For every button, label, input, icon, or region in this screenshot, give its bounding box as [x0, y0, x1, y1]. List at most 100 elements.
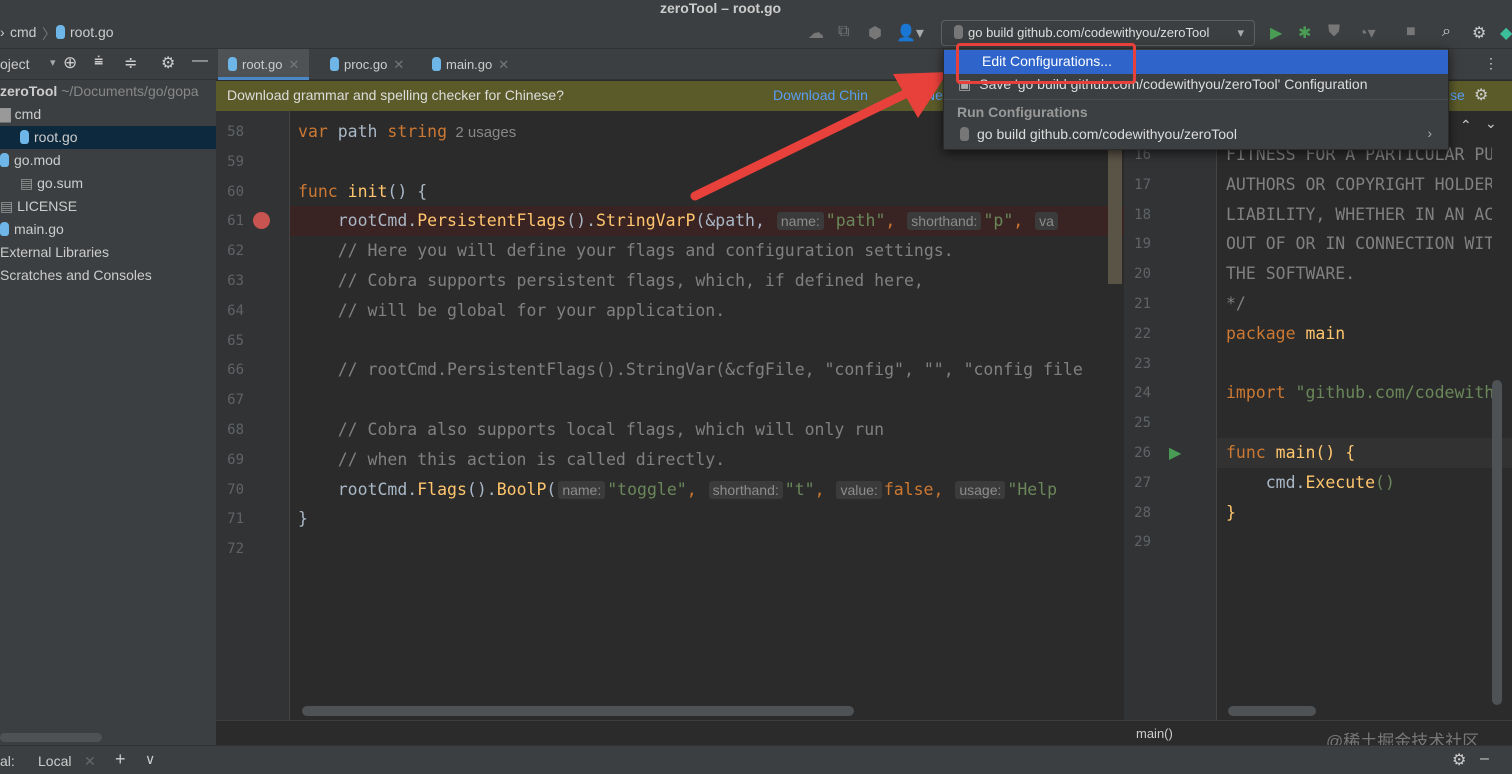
line-number: 27	[1134, 474, 1151, 491]
code-line[interactable]: // Cobra also supports local flags, whic…	[298, 415, 884, 445]
code-token: init	[347, 181, 388, 201]
code-line[interactable]: // Cobra supports persistent flags, whic…	[298, 266, 924, 296]
go-build-icon	[954, 25, 963, 39]
debug-icon[interactable]: ✱	[1298, 23, 1311, 43]
close-icon[interactable]: ✕	[393, 57, 404, 72]
profile-icon[interactable]: ◔▾	[1358, 23, 1376, 43]
close-link[interactable]: se	[1450, 87, 1465, 103]
horizontal-scrollbar[interactable]	[0, 733, 102, 742]
tree-label: go.mod	[14, 152, 61, 168]
gear-icon[interactable]: ⚙	[161, 53, 175, 73]
code-token: import	[1226, 383, 1296, 403]
hide-icon[interactable]: —	[192, 52, 208, 70]
code-line[interactable]: THE SOFTWARE.	[1226, 259, 1355, 289]
run-icon[interactable]: ▶	[1270, 23, 1282, 43]
code-with-me-icon[interactable]: ⧉	[838, 23, 849, 41]
code-token: Flags	[417, 479, 467, 499]
search-icon[interactable]: ⌕	[1442, 23, 1451, 41]
tree-item-go-sum[interactable]: ▤ go.sum	[20, 172, 83, 195]
code-token: // rootCmd.PersistentFlags().StringVar(&…	[298, 360, 1083, 380]
dropdown-icon[interactable]: ▾	[50, 56, 56, 69]
code-line[interactable]: package main	[1226, 319, 1345, 349]
stop-icon[interactable]: ■	[1406, 23, 1416, 41]
code-token: // will be global for your application.	[298, 300, 726, 320]
tree-item-external-libraries[interactable]: External Libraries	[0, 241, 109, 264]
code-area-right[interactable]: 16 FITNESS FOR A PARTICULAR PU 17 AUTHORS O…	[1124, 111, 1492, 720]
locate-icon[interactable]: ⊕	[63, 53, 77, 73]
parameter-hint: va	[1035, 212, 1058, 231]
code-line[interactable]: OUT OF OR IN CONNECTION WIT	[1226, 229, 1492, 259]
code-line[interactable]: // rootCmd.PersistentFlags().StringVar(&…	[298, 355, 1083, 385]
tree-label: Scratches and Consoles	[0, 267, 152, 283]
add-icon[interactable]: +	[115, 749, 126, 770]
code-line[interactable]: rootCmd.PersistentFlags().StringVarP(&pa…	[298, 206, 1060, 236]
code-line[interactable]: AUTHORS OR COPYRIGHT HOLDER	[1226, 170, 1492, 200]
code-line[interactable]: }	[1226, 498, 1236, 528]
expand-all-icon[interactable]: ⩧	[94, 53, 103, 71]
code-token: PersistentFlags	[417, 211, 567, 231]
code-line[interactable]: */	[1226, 289, 1246, 319]
code-line[interactable]: func main() {	[1226, 438, 1355, 468]
gear-icon[interactable]: ⚙	[1452, 750, 1466, 770]
tab-proc-go[interactable]: proc.go ✕	[320, 49, 414, 80]
code-token: ,	[1013, 211, 1034, 231]
horizontal-scrollbar-left[interactable]	[302, 706, 854, 716]
code-line[interactable]: }	[298, 504, 308, 534]
chevron-down-icon[interactable]: ∨	[145, 751, 155, 768]
hexagon-icon[interactable]: ⬢	[868, 23, 882, 43]
go-mod-icon	[0, 153, 9, 167]
download-link[interactable]: Download Chin	[773, 87, 868, 103]
root-label: zeroTool	[0, 83, 58, 99]
code-line[interactable]: // Here you will define your flags and c…	[298, 236, 954, 266]
user-icon[interactable]: 👤▾	[896, 23, 924, 43]
more-icon[interactable]: ⋮	[1484, 55, 1498, 72]
code-line[interactable]: // will be global for your application.	[298, 296, 725, 326]
code-token: func	[1226, 443, 1276, 462]
project-view-title[interactable]: oject	[0, 56, 30, 72]
chevron-icon: ›	[0, 24, 5, 40]
line-number: 29	[1134, 534, 1151, 551]
code-line[interactable]: LIABILITY, WHETHER IN AN AC	[1226, 200, 1492, 230]
coverage-icon[interactable]: ⛊	[1328, 23, 1340, 41]
line-number: 71	[227, 511, 244, 528]
code-area-left[interactable]: 58 var path string 2 usages 59 60 func init(…	[216, 111, 1108, 720]
code-line[interactable]: import "github.com/codewith	[1226, 378, 1492, 408]
tree-item-root-go[interactable]: root.go	[0, 126, 216, 149]
gear-icon[interactable]: ⚙	[1474, 85, 1488, 105]
tree-item-scratches[interactable]: Scratches and Consoles	[0, 264, 152, 287]
line-number: 67	[227, 392, 244, 409]
close-icon[interactable]: ✕	[84, 753, 96, 770]
code-line[interactable]: rootCmd.Flags().BoolP(name: "toggle", sho…	[298, 475, 1057, 505]
close-icon[interactable]: ✕	[288, 57, 299, 72]
collapse-all-icon[interactable]: ≑	[124, 53, 137, 73]
menu-item-go-build[interactable]: go build github.com/codewithyou/zeroTool…	[944, 123, 1448, 147]
tab-root-go[interactable]: root.go ✕	[218, 49, 310, 80]
code-token: func	[298, 181, 348, 201]
terminal-tab-local[interactable]: Local	[38, 753, 71, 769]
tab-main-go[interactable]: main.go ✕	[422, 49, 519, 80]
minimize-icon[interactable]: –	[1480, 750, 1489, 768]
gear-icon[interactable]: ⚙	[1472, 23, 1486, 43]
breadcrumb-root-go[interactable]: root.go	[56, 24, 114, 40]
tree-item-license[interactable]: ▤ LICENSE	[0, 195, 77, 218]
code-token: ()	[1375, 472, 1395, 492]
code-token: LIABILITY, WHETHER IN AN AC	[1226, 204, 1492, 224]
parameter-hint: value:	[836, 480, 882, 499]
code-line[interactable]: // when this action is called directly.	[298, 445, 725, 475]
dont-ask-link[interactable]: Ne	[925, 87, 943, 103]
title-bar: zeroTool – root.go	[0, 0, 1512, 16]
function-breadcrumb[interactable]: main()	[1136, 726, 1173, 741]
vertical-scrollbar-right[interactable]	[1492, 380, 1502, 705]
cloud-icon[interactable]: ☁	[808, 23, 824, 43]
code-line[interactable]: cmd.Execute()	[1226, 468, 1395, 498]
horizontal-scrollbar-right[interactable]	[1228, 706, 1316, 716]
code-token: // Cobra also supports local flags, whic…	[298, 420, 885, 439]
code-line[interactable]: func init() {	[298, 177, 427, 207]
close-icon[interactable]: ✕	[498, 57, 509, 72]
tree-item-cmd[interactable]: ▇ cmd	[0, 103, 41, 126]
tree-item-go-mod[interactable]: go.mod	[0, 149, 61, 172]
code-line[interactable]: var path string 2 usages	[298, 117, 516, 147]
tree-root[interactable]: zeroTool ~/Documents/go/gopa	[0, 80, 199, 103]
tree-item-main-go[interactable]: main.go	[0, 218, 64, 241]
breadcrumb-cmd[interactable]: cmd	[10, 24, 36, 40]
